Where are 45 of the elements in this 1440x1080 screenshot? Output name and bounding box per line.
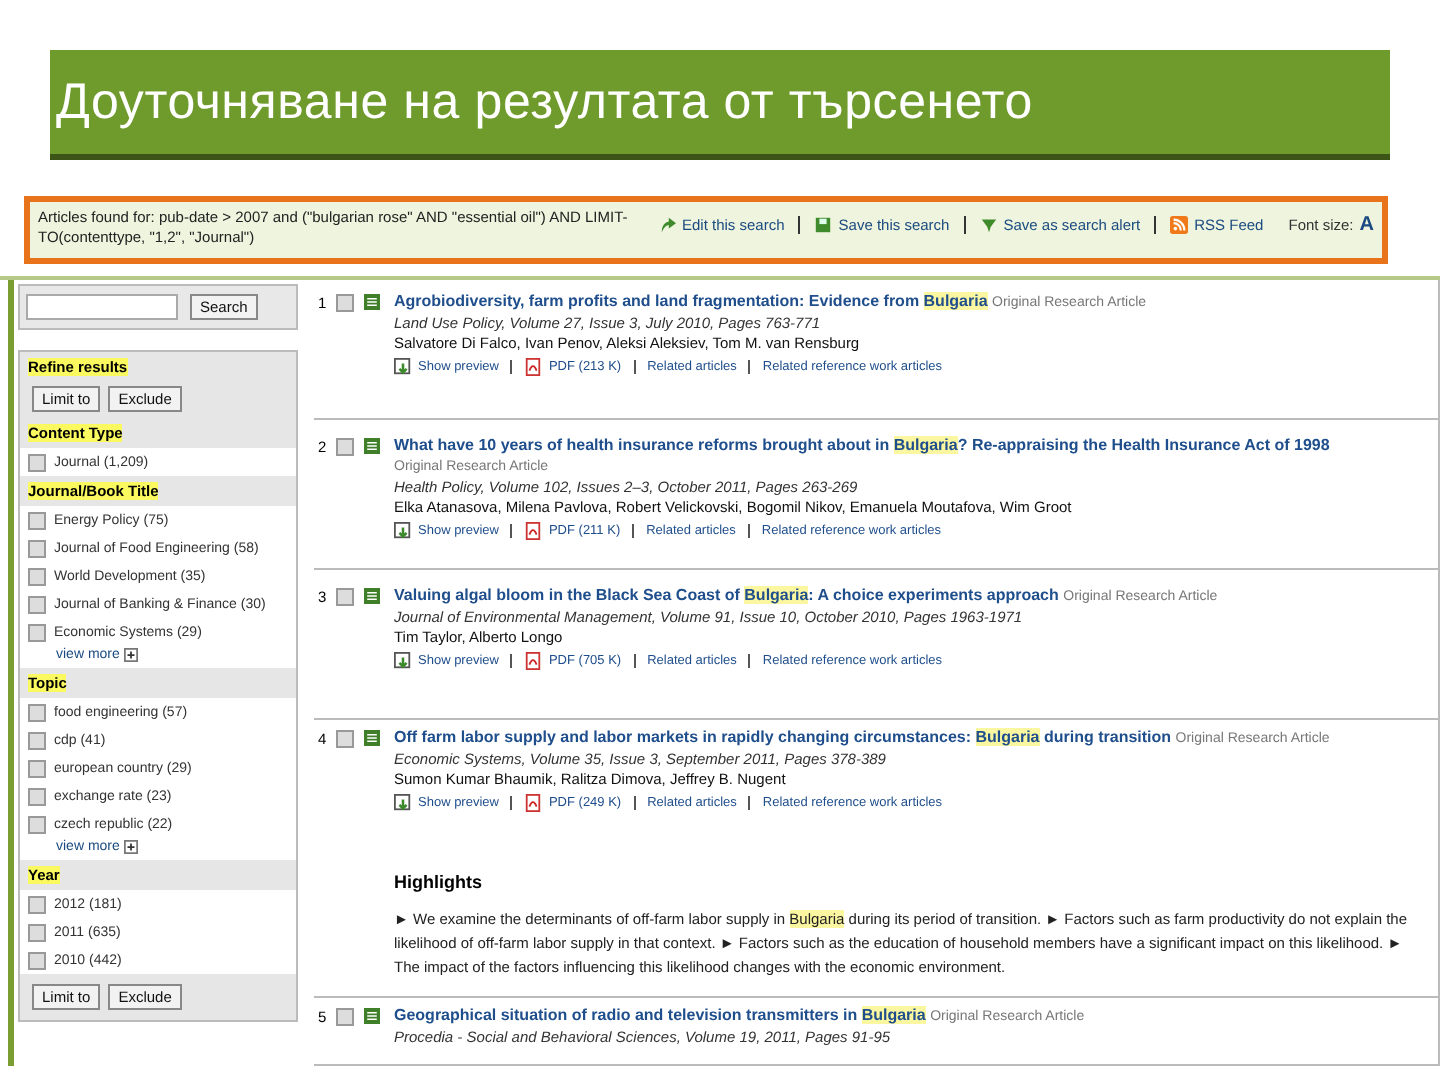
- checkbox[interactable]: [28, 539, 46, 557]
- slide-title: Доуточняване на резултата от търсенето: [56, 73, 1033, 131]
- preview-icon: [394, 358, 412, 376]
- checkbox[interactable]: [28, 787, 46, 805]
- article-title-link[interactable]: What have 10 years of health insurance reforms brought about in Bulgaria? Re-appraising the Health Insurance Act of 1998: [394, 436, 1330, 454]
- pdf-icon: [524, 652, 543, 670]
- document-icon: [364, 1008, 380, 1024]
- checkbox[interactable]: [28, 453, 46, 471]
- preview-icon: [394, 522, 412, 540]
- checkbox[interactable]: [28, 923, 46, 941]
- checkbox[interactable]: [28, 623, 46, 641]
- checkbox[interactable]: [28, 759, 46, 777]
- checkbox[interactable]: [336, 1008, 354, 1026]
- preview-icon: [394, 652, 412, 670]
- checkbox[interactable]: [28, 703, 46, 721]
- checkbox[interactable]: [28, 595, 46, 613]
- document-icon: [364, 588, 380, 604]
- document-icon: [364, 438, 380, 454]
- article-title-link[interactable]: Off farm labor supply and labor markets in rapidly changing circumstances: Bulgaria during transition: [394, 728, 1172, 746]
- checkbox[interactable]: [28, 731, 46, 749]
- font-size-button[interactable]: A: [1359, 214, 1374, 236]
- checkbox[interactable]: [336, 730, 354, 748]
- article-title-link[interactable]: Agrobiodiversity, farm profits and land fragmentation: Evidence from Bulgaria: [394, 292, 988, 310]
- pdf-icon: [524, 794, 543, 812]
- document-icon: [364, 294, 380, 310]
- checkbox[interactable]: [28, 951, 46, 969]
- highlights-heading: Highlights: [394, 872, 484, 892]
- arrow-icon: [658, 216, 676, 234]
- checkbox[interactable]: [336, 588, 354, 606]
- search-field[interactable]: [26, 294, 178, 320]
- checkbox[interactable]: [28, 895, 46, 913]
- checkbox[interactable]: [28, 567, 46, 585]
- pdf-icon: [524, 522, 543, 540]
- rss-icon: [1170, 216, 1189, 234]
- document-icon: [364, 730, 380, 746]
- article-title-link[interactable]: Valuing algal bloom in the Black Sea Coast of Bulgaria: A choice experiments approach: [394, 586, 1059, 604]
- article-title-link[interactable]: Geographical situation of radio and television transmitters in Bulgaria: [394, 1006, 926, 1024]
- plus-icon: [123, 840, 138, 854]
- plus-icon: [123, 648, 138, 662]
- preview-icon: [394, 794, 412, 812]
- pdf-icon: [524, 358, 543, 376]
- checkbox[interactable]: [336, 438, 354, 456]
- checkbox[interactable]: [28, 815, 46, 833]
- checkbox[interactable]: [336, 294, 354, 312]
- checkbox[interactable]: [28, 511, 46, 529]
